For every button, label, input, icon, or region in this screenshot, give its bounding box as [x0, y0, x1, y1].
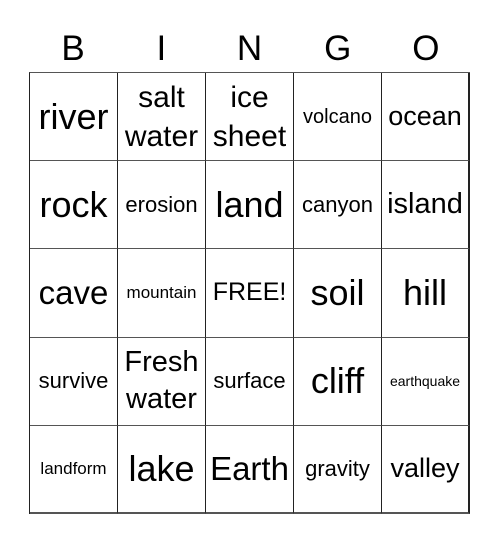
bingo-cell: mountain — [118, 249, 206, 338]
bingo-cell: soil — [294, 249, 382, 338]
bingo-cell: ocean — [382, 73, 470, 162]
header-letter-g: G — [324, 29, 352, 68]
bingo-cell: island — [382, 161, 470, 250]
bingo-cell: river — [30, 73, 118, 162]
bingo-cell: cliff — [294, 337, 382, 426]
bingo-header: B I N G O — [29, 26, 470, 72]
header-letter-b: B — [61, 29, 85, 68]
bingo-cell: gravity — [294, 425, 382, 514]
bingo-cell: erosion — [118, 161, 206, 250]
bingo-cell: valley — [382, 425, 470, 514]
bingo-cell: surface — [206, 337, 294, 426]
bingo-cell: hill — [382, 249, 470, 338]
bingo-cell: rock — [30, 161, 118, 250]
bingo-cell: Earth — [206, 425, 294, 514]
bingo-cell: land — [206, 161, 294, 250]
bingo-cell: salt water — [118, 73, 206, 162]
bingo-grid: river salt water ice sheet volcano ocean… — [29, 72, 470, 514]
bingo-cell: lake — [118, 425, 206, 514]
bingo-cell: cave — [30, 249, 118, 338]
bingo-cell: earthquake — [382, 337, 470, 426]
bingo-cell: survive — [30, 337, 118, 426]
bingo-cell: landform — [30, 425, 118, 514]
bingo-cell: Fresh water — [118, 337, 206, 426]
bingo-cell: volcano — [294, 73, 382, 162]
header-letter-i: I — [156, 29, 167, 68]
free-space-cell: FREE! — [206, 249, 294, 338]
bingo-cell: ice sheet — [206, 73, 294, 162]
header-letter-o: O — [412, 29, 440, 68]
header-letter-n: N — [236, 29, 263, 68]
bingo-cell: canyon — [294, 161, 382, 250]
